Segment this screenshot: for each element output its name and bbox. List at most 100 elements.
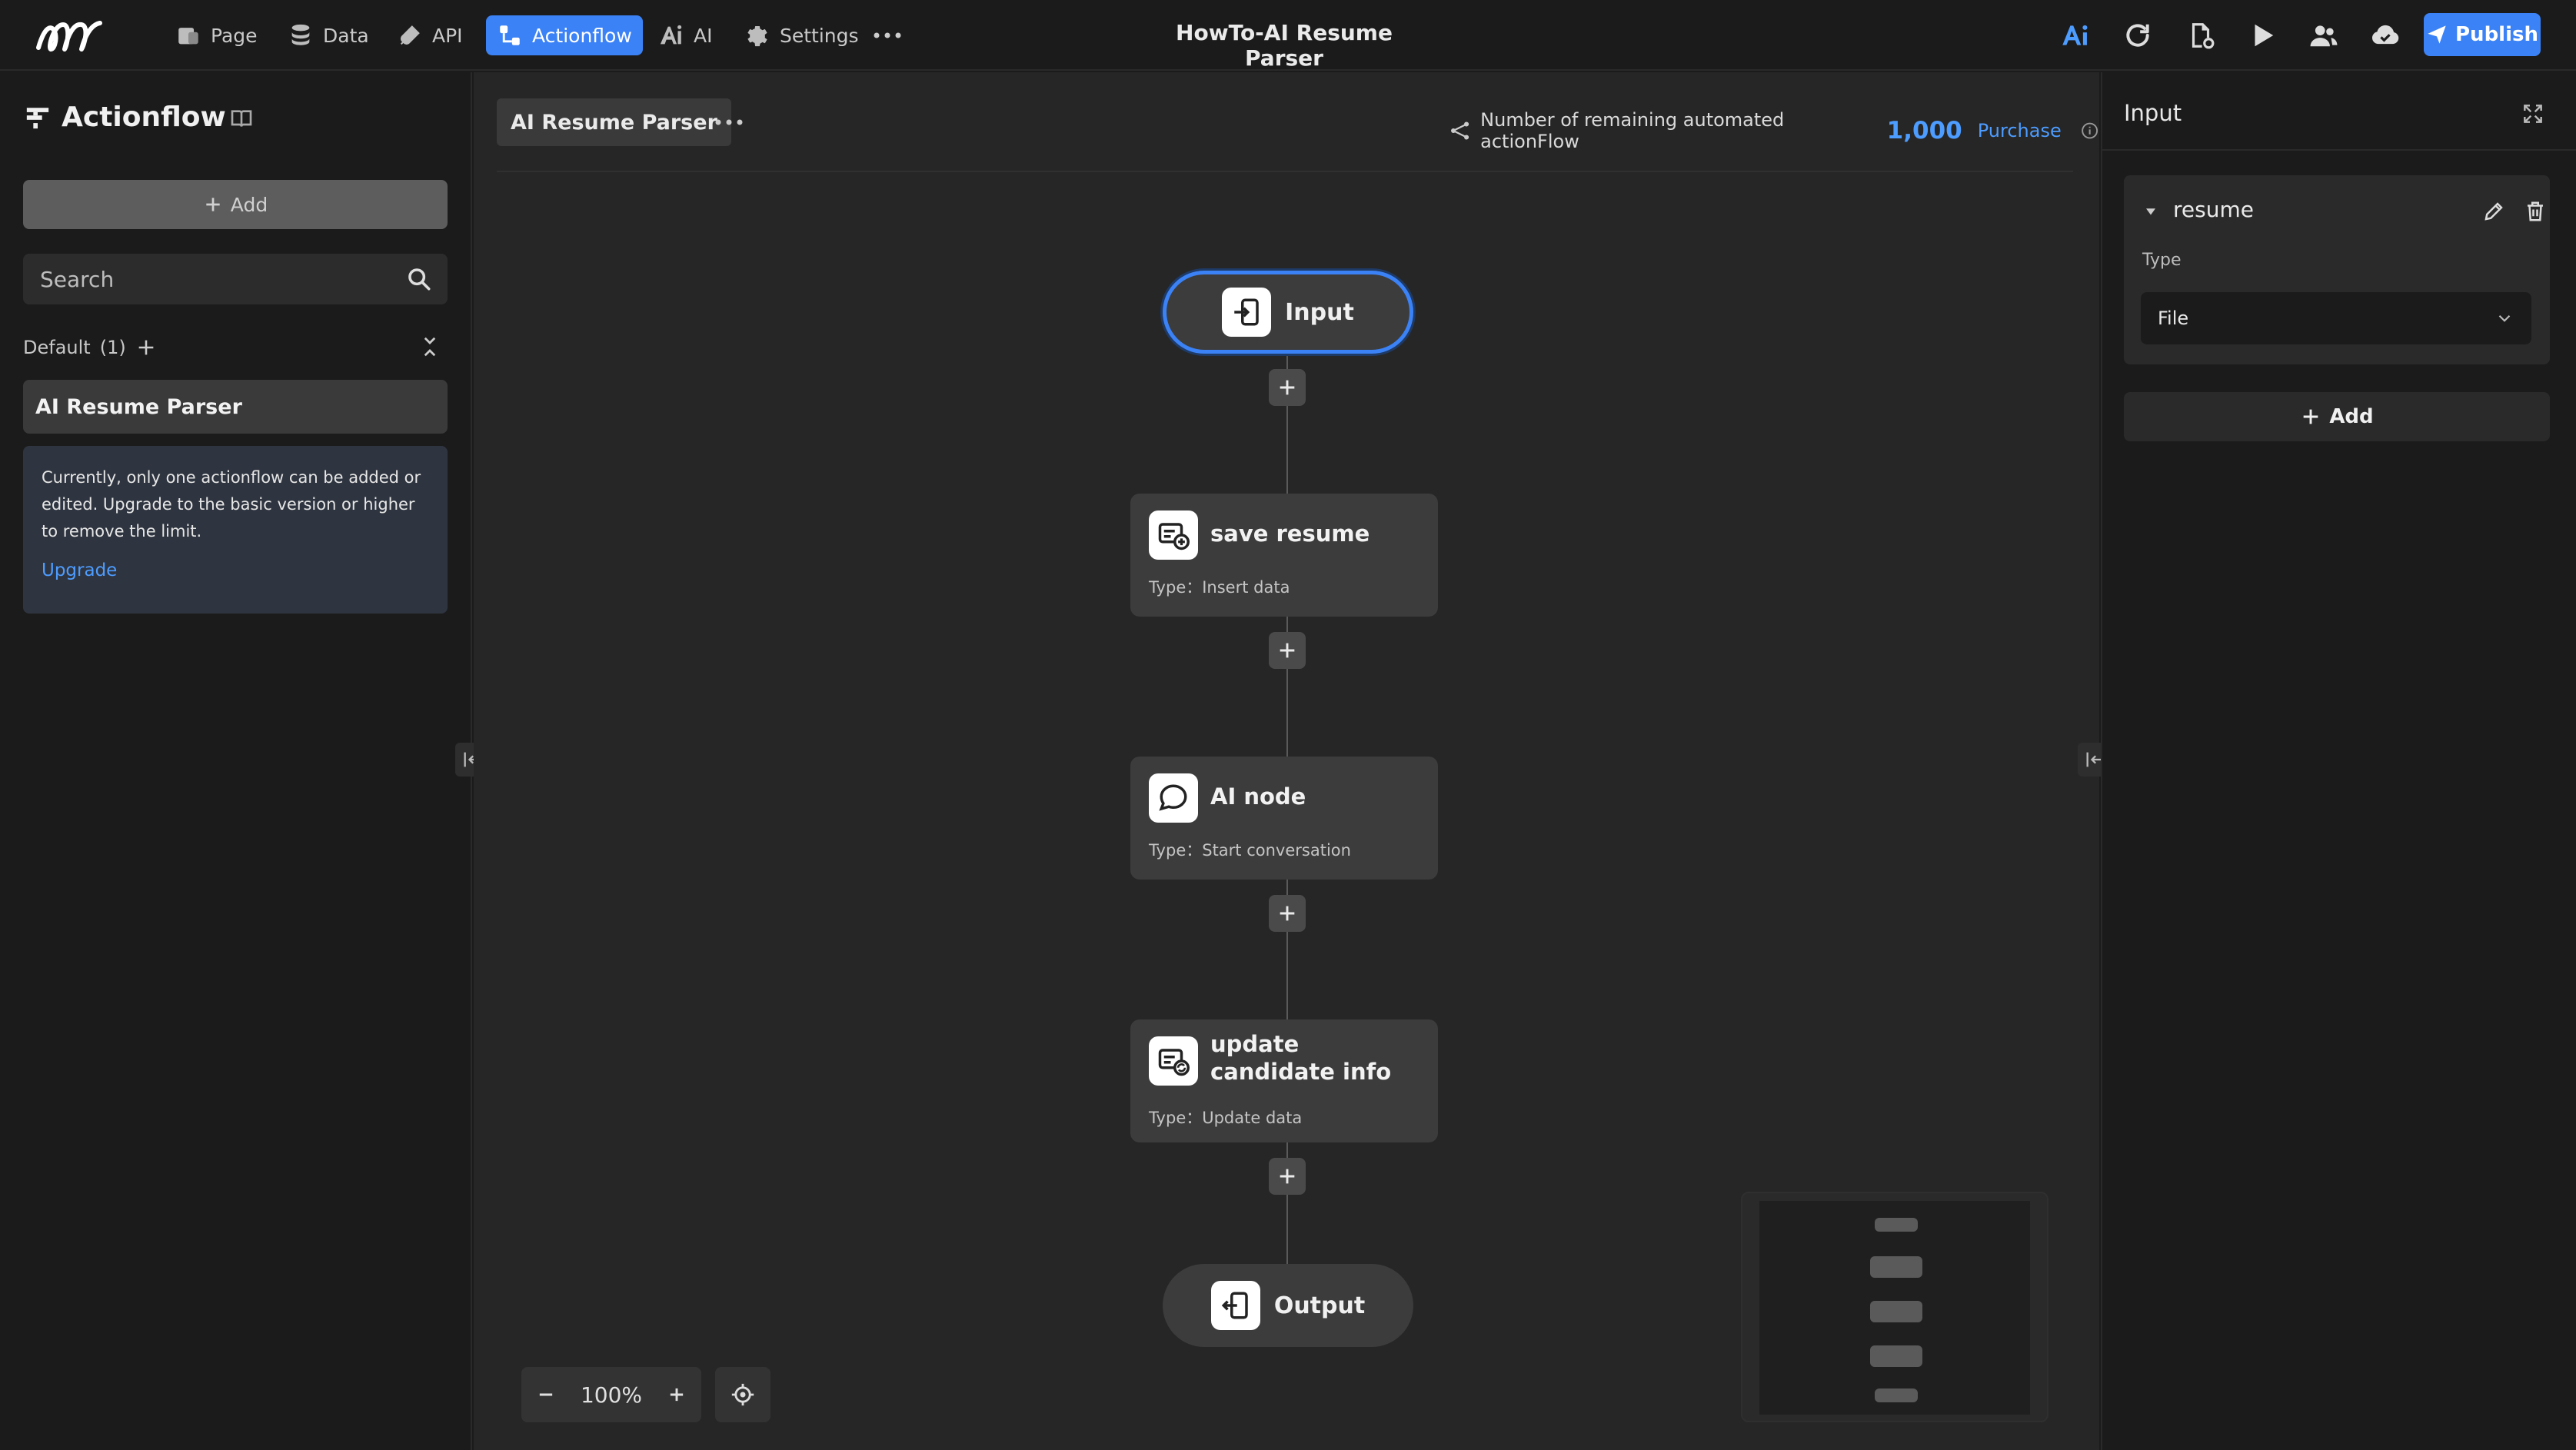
panel-divider — [2102, 149, 2576, 151]
insert-data-icon — [1149, 510, 1198, 560]
recenter-button[interactable] — [715, 1367, 770, 1422]
minimap-node — [1870, 1256, 1922, 1278]
top-bar: Page Data API Actionflow AI Settings How… — [0, 0, 2576, 71]
upgrade-link[interactable]: Upgrade — [42, 557, 429, 584]
flow-tab[interactable]: AI Resume Parser — [497, 98, 731, 146]
node-title: AI node — [1210, 783, 1306, 810]
page-icon — [178, 28, 198, 45]
add-node-button[interactable] — [1269, 1158, 1306, 1195]
type-select[interactable]: File — [2141, 292, 2531, 344]
more-icon[interactable] — [872, 26, 903, 45]
refresh-icon[interactable] — [2119, 17, 2156, 54]
caret-down-icon[interactable] — [2144, 205, 2158, 218]
update-data-icon — [1149, 1036, 1198, 1086]
nav-settings-label: Settings — [780, 24, 859, 47]
plus-icon — [2303, 409, 2318, 424]
nav-data-label: Data — [323, 24, 369, 47]
group-count: (1) — [99, 337, 126, 358]
pencil-icon[interactable] — [2482, 200, 2505, 223]
flow-tab-label: AI Resume Parser — [511, 110, 717, 135]
node-input-label: Input — [1285, 298, 1354, 326]
nav-actionflow[interactable]: Actionflow — [486, 15, 643, 55]
add-param-button[interactable]: Add — [2124, 392, 2550, 441]
actionflow-sidebar: Actionflow Add Default (1) AI Resume Par… — [0, 72, 472, 1450]
node-ai[interactable]: AI node Type：Start conversation — [1130, 757, 1438, 880]
minimap-node — [1875, 1218, 1918, 1232]
plus-icon — [1280, 643, 1295, 658]
info-icon[interactable] — [2080, 121, 2099, 141]
plus-icon — [1280, 380, 1295, 395]
docs-icon[interactable] — [229, 106, 254, 131]
trash-icon[interactable] — [2524, 200, 2547, 223]
node-type: Type：Start conversation — [1149, 841, 1351, 860]
type-select-value: File — [2158, 308, 2189, 329]
node-title: save resume — [1210, 520, 1370, 547]
nav-data[interactable]: Data — [277, 15, 380, 55]
nav-api[interactable]: API — [386, 15, 474, 55]
plug-icon — [400, 25, 420, 45]
zoom-in-icon[interactable] — [666, 1384, 687, 1405]
app-title: HowTo-AI Resume Parser — [1176, 20, 1393, 71]
nav-ai[interactable]: AI — [647, 15, 723, 55]
gear-icon — [747, 25, 767, 47]
purchase-link[interactable]: Purchase — [1978, 120, 2062, 141]
add-node-button[interactable] — [1269, 369, 1306, 406]
sidebar-title-text: Actionflow — [62, 101, 226, 133]
users-icon[interactable] — [2305, 17, 2342, 54]
nav-actionflow-label: Actionflow — [532, 24, 632, 47]
minimap-node — [1875, 1388, 1918, 1402]
nav-ai-label: AI — [694, 24, 713, 47]
flow-icon — [500, 25, 520, 45]
type-label: Type — [2142, 251, 2182, 270]
quota-label: Number of remaining automated actionFlow — [1480, 109, 1785, 152]
sidebar-item-ai-resume-parser[interactable]: AI Resume Parser — [23, 380, 448, 434]
add-actionflow-button[interactable]: Add — [23, 180, 448, 229]
node-save-resume[interactable]: save resume Type：Insert data — [1130, 494, 1438, 617]
logo-mark[interactable] — [34, 14, 114, 57]
minimap-viewport — [1759, 1201, 2030, 1415]
ai-icon — [660, 25, 682, 45]
add-node-button[interactable] — [1269, 895, 1306, 932]
zoom-out-icon[interactable] — [535, 1384, 557, 1405]
add-group-icon[interactable] — [135, 337, 157, 358]
node-update-candidate-info[interactable]: update candidate info Type：Update data — [1130, 1019, 1438, 1142]
nav-settings[interactable]: Settings — [734, 15, 870, 55]
notice-text: Currently, only one actionflow can be ad… — [42, 468, 421, 540]
node-title: update candidate info — [1210, 1031, 1392, 1085]
upgrade-notice: Currently, only one actionflow can be ad… — [23, 446, 448, 614]
plus-icon — [206, 198, 220, 211]
collapse-icon[interactable] — [418, 335, 441, 358]
nav-page[interactable]: Page — [165, 15, 268, 55]
target-icon — [731, 1383, 754, 1406]
node-output-label: Output — [1273, 1292, 1366, 1319]
actionflow-icon — [26, 107, 49, 128]
minimap-node — [1870, 1301, 1922, 1322]
add-node-button[interactable] — [1269, 632, 1306, 669]
input-icon — [1222, 288, 1272, 337]
nav-api-label: API — [432, 24, 463, 47]
node-input[interactable]: Input — [1163, 271, 1413, 354]
zoom-level: 100% — [580, 1382, 643, 1408]
play-icon[interactable] — [2244, 17, 2281, 54]
plus-icon — [1280, 1169, 1295, 1184]
cloud-icon[interactable] — [2367, 17, 2404, 54]
expand-icon[interactable] — [2521, 101, 2545, 126]
send-icon — [2428, 25, 2446, 44]
more-icon[interactable] — [714, 111, 744, 134]
search-icon[interactable] — [406, 266, 432, 292]
search-input[interactable] — [23, 254, 448, 304]
add-param-label: Add — [2329, 405, 2374, 428]
panel-title: Input — [2124, 100, 2182, 126]
canvas-divider — [497, 171, 2073, 172]
node-type: Type：Insert data — [1149, 578, 1290, 597]
chat-bubble-icon — [1149, 773, 1198, 823]
sidebar-item-label: AI Resume Parser — [35, 394, 242, 419]
minimap[interactable] — [1741, 1192, 2048, 1422]
file-settings-icon[interactable] — [2182, 17, 2219, 54]
publish-button[interactable]: Publish — [2424, 13, 2541, 56]
ai-logo-icon[interactable] — [2058, 17, 2095, 54]
node-output[interactable]: Output — [1163, 1264, 1413, 1347]
add-label: Add — [230, 193, 268, 216]
input-param-card: resume Type File — [2124, 175, 2550, 364]
share-nodes-icon — [1451, 121, 1469, 140]
